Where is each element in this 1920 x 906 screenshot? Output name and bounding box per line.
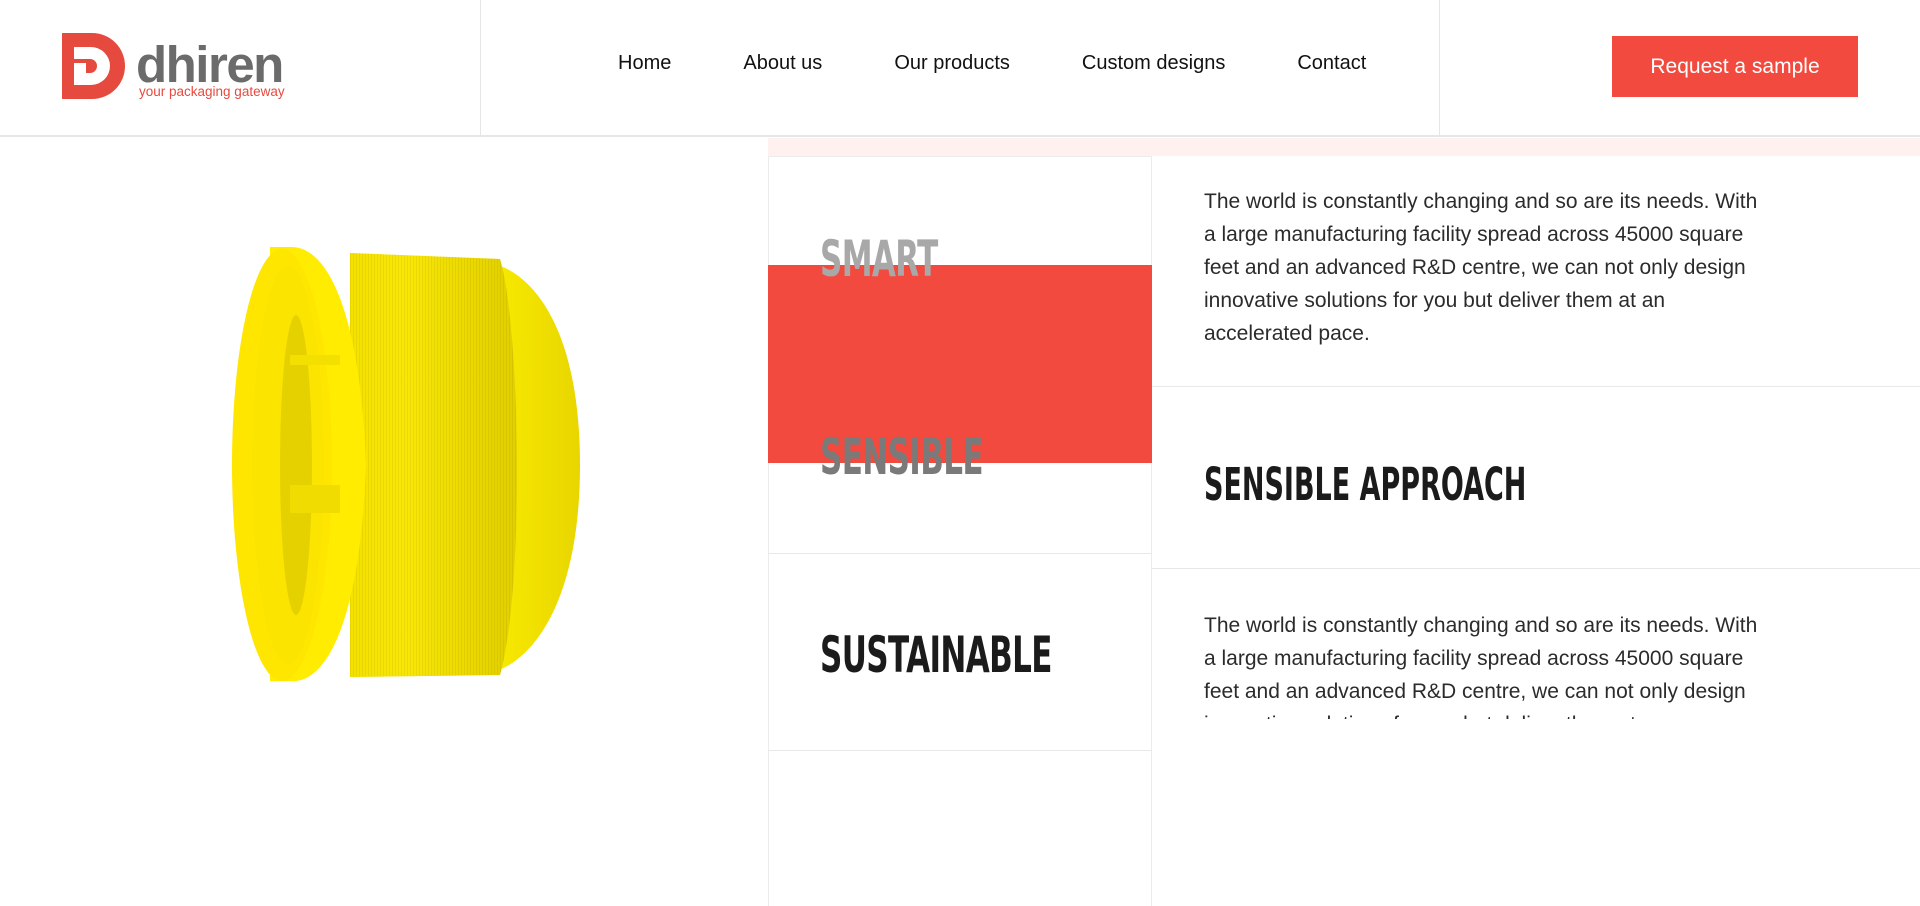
site-header: dhiren your packaging gateway Home About… — [0, 0, 1920, 137]
feature-smart[interactable]: SMART — [820, 234, 938, 284]
dhiren-logo-mark — [62, 33, 125, 99]
feature-description-bottom-container: The world is constantly changing and so … — [1204, 609, 1804, 719]
feature-sustainable[interactable]: SUSTAINABLE — [820, 630, 1052, 680]
divider — [1152, 568, 1920, 569]
nav-item-custom-designs[interactable]: Custom designs — [1082, 52, 1225, 75]
feature-sensible[interactable]: SENSIBLE — [820, 432, 984, 482]
nav-item-about-us[interactable]: About us — [743, 52, 822, 75]
feature-description-top: The world is constantly changing and so … — [1204, 190, 1758, 345]
nav-item-contact[interactable]: Contact — [1297, 52, 1366, 75]
request-sample-button[interactable]: Request a sample — [1612, 36, 1858, 97]
brand-name: dhiren — [136, 36, 284, 93]
brand-tagline: your packaging gateway — [139, 84, 285, 99]
header-divider — [480, 0, 481, 137]
header-divider — [1439, 0, 1440, 137]
nav-item-our-products[interactable]: Our products — [894, 52, 1010, 75]
dhiren-logo[interactable]: dhiren your packaging gateway — [62, 33, 302, 103]
divider — [768, 553, 1152, 554]
divider — [768, 750, 1152, 751]
feature-description-bottom: The world is constantly changing and so … — [1204, 614, 1758, 719]
divider — [1152, 386, 1920, 387]
main-nav: Home About us Our products Custom design… — [618, 52, 1366, 75]
accent-strip — [768, 138, 1920, 156]
nav-item-home[interactable]: Home — [618, 52, 671, 75]
product-image — [230, 245, 590, 685]
feature-heading: SENSIBLE APPROACH — [1204, 458, 1527, 511]
